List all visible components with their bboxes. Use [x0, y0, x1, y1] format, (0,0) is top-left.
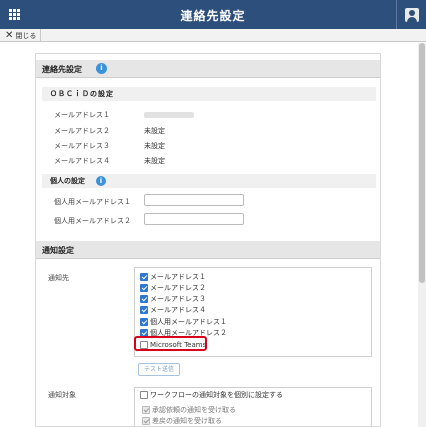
personal-email-input-1[interactable] [144, 194, 244, 206]
obcid-subheader: ＯＢＣｉＤの設定 [42, 87, 376, 101]
target-option: 承認依頼の通知を受け取る [142, 405, 236, 415]
checkbox-checked[interactable] [140, 295, 148, 303]
checkbox-checked[interactable] [140, 318, 148, 326]
destination-option-label: 個人用メールアドレス１ [150, 318, 227, 326]
notify-section-title: 通知設定 [42, 246, 74, 255]
personal-subheader: 個人の設定 i [42, 174, 376, 188]
close-label: 閉じる [15, 31, 37, 40]
email-value-1-redacted [144, 112, 194, 118]
target-option: 差戻の通知を受け取る [142, 416, 222, 426]
target-option-label: 差戻の通知を受け取る [152, 417, 222, 425]
checkbox-disabled [142, 406, 150, 414]
info-icon[interactable]: i [96, 63, 107, 74]
top-bar: 連絡先設定 [0, 0, 426, 29]
destination-option-label: メールアドレス４ [150, 306, 206, 314]
destination-option[interactable]: メールアドレス２ [140, 283, 206, 293]
destination-option[interactable]: メールアドレス４ [140, 305, 206, 315]
personal-email-label-2: 個人用メールアドレス２ [54, 217, 131, 225]
individual-option[interactable]: ワークフローの通知対象を個別に設定する [140, 390, 283, 400]
destination-option[interactable]: メールアドレス１ [140, 272, 206, 282]
test-send-button[interactable]: テスト送信 [138, 363, 180, 376]
email-value-3: 未設定 [144, 142, 165, 150]
destination-option-label: メールアドレス１ [150, 273, 206, 281]
contact-section-title: 連絡先設定 [42, 65, 82, 74]
highlight-box [134, 336, 207, 351]
email-label-1: メールアドレス１ [54, 111, 110, 119]
checkbox-disabled [142, 417, 150, 425]
target-option-label: 承認依頼の通知を受け取る [152, 406, 236, 414]
target-list: ワークフローの通知対象を個別に設定する 承認依頼の通知を受け取る 差戻の通知を受… [134, 387, 372, 426]
settings-panel: 連絡先設定 i ＯＢＣｉＤの設定 メールアドレス１ メールアドレス２ 未設定 メ… [35, 53, 381, 427]
info-icon[interactable]: i [96, 176, 106, 186]
personal-email-label-1: 個人用メールアドレス１ [54, 198, 131, 206]
checkbox-checked[interactable] [140, 284, 148, 292]
close-button[interactable]: ✕ 閉じる [2, 29, 42, 42]
close-icon: ✕ [5, 29, 14, 41]
destination-label: 通知先 [48, 274, 69, 282]
individual-option-label: ワークフローの通知対象を個別に設定する [150, 391, 283, 399]
checkbox-checked[interactable] [140, 306, 148, 314]
personal-email-input-2[interactable] [144, 213, 244, 225]
page-title: 連絡先設定 [180, 9, 246, 23]
user-icon [404, 7, 419, 22]
destination-option-label: メールアドレス２ [150, 284, 206, 292]
email-label-2: メールアドレス２ [54, 127, 110, 135]
checkbox-checked[interactable] [140, 273, 148, 281]
email-value-2: 未設定 [144, 127, 165, 135]
email-value-4: 未設定 [144, 157, 165, 165]
contact-section-header: 連絡先設定 i [36, 60, 380, 78]
destination-option-label: メールアドレス３ [150, 295, 206, 303]
scroll-thumb[interactable] [419, 43, 425, 283]
email-label-4: メールアドレス４ [54, 157, 110, 165]
scrollbar[interactable] [418, 43, 426, 427]
toolbar: ✕ 閉じる [0, 29, 426, 42]
user-menu-button[interactable] [396, 0, 426, 29]
destination-option[interactable]: メールアドレス３ [140, 294, 206, 304]
obcid-title: ＯＢＣｉＤの設定 [50, 90, 114, 98]
destination-option[interactable]: 個人用メールアドレス１ [140, 317, 227, 327]
email-label-3: メールアドレス３ [54, 142, 110, 150]
checkbox-unchecked[interactable] [140, 391, 148, 399]
notify-section-header: 通知設定 [36, 241, 380, 259]
target-label: 通知対象 [48, 391, 76, 399]
personal-title: 個人の設定 [50, 177, 85, 185]
